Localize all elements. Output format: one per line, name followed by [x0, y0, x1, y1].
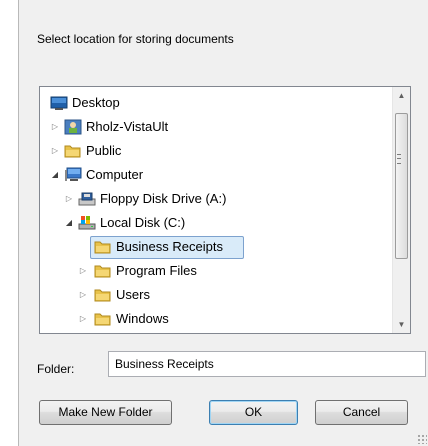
folder-label: Folder: [37, 362, 75, 376]
resize-grip-icon[interactable] [417, 434, 427, 444]
folder-tree-content: Desktop ▷ Rholz-VistaUlt ▷ Public ◢ Comp… [40, 91, 392, 331]
folder-icon [94, 287, 112, 303]
expand-arrow-icon[interactable]: ▷ [78, 259, 88, 283]
folder-icon [94, 263, 112, 279]
scroll-down-arrow-icon[interactable]: ▼ [393, 316, 410, 333]
collapse-arrow-icon[interactable]: ◢ [64, 211, 74, 235]
folder-name-input[interactable]: Business Receipts [108, 351, 426, 377]
tree-node-label: Computer [86, 167, 144, 182]
tree-node-floppy-drive[interactable]: ▷ Floppy Disk Drive (A:) [40, 187, 392, 211]
computer-icon [64, 167, 82, 183]
ok-button[interactable]: OK [209, 400, 298, 425]
make-new-folder-button[interactable]: Make New Folder [39, 400, 172, 425]
expand-arrow-icon[interactable]: ▷ [78, 283, 88, 307]
tree-node-label: Windows [116, 311, 169, 326]
tree-node-label: Public [86, 143, 122, 158]
tree-node-windows[interactable]: ▷ Windows [40, 307, 392, 331]
collapse-arrow-icon[interactable]: ◢ [50, 163, 60, 187]
tree-node-label: Local Disk (C:) [100, 215, 186, 230]
expand-arrow-icon[interactable]: ▷ [50, 115, 60, 139]
dialog-prompt: Select location for storing documents [37, 32, 234, 46]
expand-arrow-icon[interactable]: ▷ [64, 187, 74, 211]
expand-arrow-icon[interactable]: ▷ [50, 139, 60, 163]
tree-node-business-receipts[interactable]: Business Receipts [40, 235, 392, 259]
tree-node-user[interactable]: ▷ Rholz-VistaUlt [40, 115, 392, 139]
tree-node-users[interactable]: ▷ Users [40, 283, 392, 307]
tree-node-label: Business Receipts [116, 239, 223, 254]
floppy-drive-icon [78, 191, 96, 207]
cancel-button[interactable]: Cancel [315, 400, 408, 425]
hard-disk-icon [78, 215, 96, 231]
folder-icon [94, 311, 112, 327]
tree-node-label: Desktop [72, 95, 120, 110]
tree-node-label: Program Files [116, 263, 197, 278]
browse-folder-dialog: Select location for storing documents De… [18, 0, 428, 446]
tree-node-label: Floppy Disk Drive (A:) [100, 191, 227, 206]
tree-node-local-disk[interactable]: ◢ Local Disk (C:) [40, 211, 392, 235]
expand-arrow-icon[interactable]: ▷ [78, 307, 88, 331]
tree-node-label: Users [116, 287, 150, 302]
folder-tree[interactable]: Desktop ▷ Rholz-VistaUlt ▷ Public ◢ Comp… [39, 86, 411, 334]
user-folder-icon [64, 119, 82, 135]
scrollbar-grip-icon [397, 154, 401, 164]
scrollbar-thumb[interactable] [395, 113, 408, 259]
tree-node-label: Rholz-VistaUlt [86, 119, 169, 134]
tree-node-program-files[interactable]: ▷ Program Files [40, 259, 392, 283]
tree-node-computer[interactable]: ◢ Computer [40, 163, 392, 187]
tree-node-public[interactable]: ▷ Public [40, 139, 392, 163]
folder-icon [64, 143, 82, 159]
vertical-scrollbar[interactable]: ▲ ▼ [392, 87, 410, 333]
desktop-icon [50, 95, 68, 111]
scroll-up-arrow-icon[interactable]: ▲ [393, 87, 410, 104]
folder-icon [94, 239, 112, 255]
tree-node-desktop[interactable]: Desktop [40, 91, 392, 115]
